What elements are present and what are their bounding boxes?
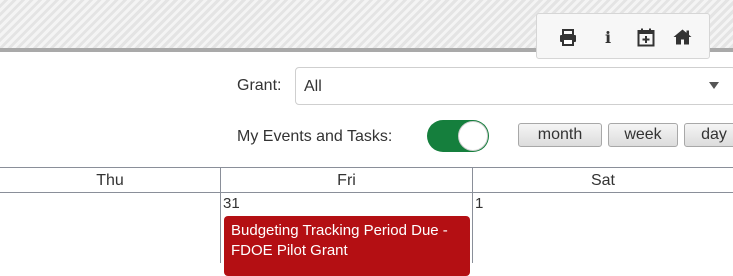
toggle-knob [458, 121, 488, 151]
toolbar-icon-group: i [536, 13, 710, 59]
date-number-fri[interactable]: 31 [223, 195, 240, 212]
info-glyph: i [604, 27, 612, 47]
my-events-toggle[interactable] [427, 120, 489, 152]
calendar-add-icon[interactable] [635, 26, 657, 48]
grant-select-value: All [304, 78, 322, 95]
grant-label: Grant: [237, 77, 282, 94]
print-icon[interactable] [557, 26, 579, 48]
day-view-button[interactable]: day [684, 123, 733, 147]
home-icon[interactable] [671, 26, 693, 48]
day-header-sat: Sat [590, 172, 615, 189]
date-number-sat[interactable]: 1 [475, 195, 483, 212]
day-header-thu: Thu [96, 172, 124, 189]
month-view-button[interactable]: month [518, 123, 602, 147]
chevron-down-icon [709, 82, 719, 89]
my-events-label: My Events and Tasks: [237, 128, 393, 145]
calendar-header-border [0, 192, 733, 193]
day-header-fri: Fri [337, 172, 356, 189]
grant-select[interactable]: All [295, 67, 733, 105]
week-view-button[interactable]: week [608, 123, 678, 147]
calendar-event[interactable]: Budgeting Tracking Period Due - FDOE Pil… [224, 216, 470, 276]
info-icon[interactable]: i [597, 26, 619, 48]
calendar-top-border [0, 167, 733, 168]
